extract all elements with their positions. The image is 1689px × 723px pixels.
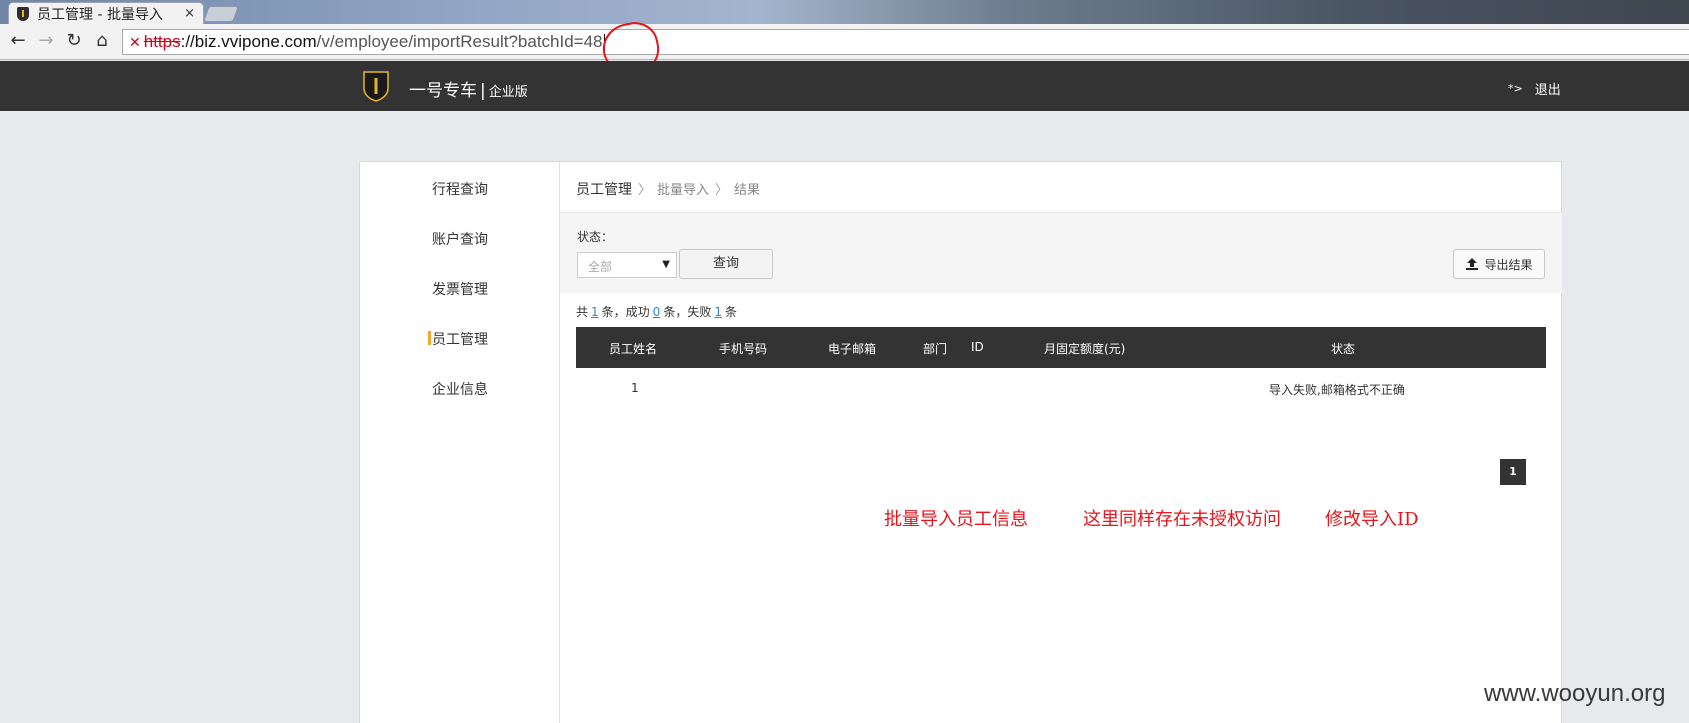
annotation-note: 这里同样存在未授权访问 (1083, 509, 1281, 530)
breadcrumb-result: 结果 (734, 183, 761, 198)
cell-status: 导入失败,邮箱格式不正确 (1269, 383, 1405, 397)
brand-subtitle: 企业版 (488, 85, 528, 100)
cell-name: 1 (631, 381, 639, 395)
sidebar-item-company[interactable]: 企业信息 (360, 379, 560, 399)
query-button[interactable]: 查询 (679, 249, 773, 279)
summary-success[interactable]: 0 (653, 305, 661, 319)
breadcrumb-sep: 〉 (715, 183, 729, 198)
brand-name: 一号专车 (409, 81, 477, 101)
summary-prefix: 共 (576, 305, 589, 319)
main-panel: 行程查询 账户查询 发票管理 员工管理 企业信息 员工管理〉批量导入〉结果 状态… (359, 161, 1562, 723)
summary-text: 条，失败 (663, 305, 712, 319)
brand-separator: | (480, 81, 486, 101)
home-icon[interactable]: ⌂ (92, 31, 112, 51)
breadcrumb-employees[interactable]: 员工管理 (576, 182, 632, 198)
logout-icon: *> (1508, 82, 1523, 95)
watermark: www.wooyun.org (1484, 680, 1666, 707)
export-label: 导出结果 (1484, 257, 1533, 272)
browser-toolbar: ← → ↻ ⌂ ✕ https ://biz.vvipone.com /v/em… (0, 24, 1689, 60)
annotation-note: 修改导入ID (1325, 509, 1419, 530)
sidebar: 行程查询 账户查询 发票管理 员工管理 企业信息 (360, 162, 560, 723)
column-header: 月固定额度(元) (1044, 342, 1126, 356)
pagination-page-1[interactable]: 1 (1500, 459, 1526, 485)
site-header: 一号专车 | 企业版 *> 退出 (0, 61, 1689, 111)
address-bar[interactable]: ✕ https ://biz.vvipone.com /v/employee/i… (122, 29, 1689, 55)
status-label: 状态： (577, 230, 614, 244)
browser-tabstrip: 员工管理 - 批量导入 × (0, 0, 1689, 24)
breadcrumb-sep: 〉 (638, 183, 652, 198)
summary-total[interactable]: 1 (591, 305, 599, 319)
sidebar-item-account[interactable]: 账户查询 (360, 229, 560, 249)
new-tab-button[interactable] (203, 6, 239, 22)
url-host: ://biz.vvipone.com (180, 32, 317, 51)
url-scheme: https (143, 32, 181, 51)
column-header: 电子邮箱 (828, 342, 877, 356)
table-row: 1 导入失败,邮箱格式不正确 (576, 368, 1546, 408)
site-favicon-icon (17, 6, 29, 21)
upload-icon (1466, 258, 1479, 270)
tab-title: 员工管理 - 批量导入 (37, 6, 163, 23)
column-header: ID (971, 340, 984, 354)
column-header: 状态 (1331, 342, 1356, 356)
column-header: 员工姓名 (609, 342, 658, 356)
column-header: 部门 (923, 342, 948, 356)
column-header: 手机号码 (719, 342, 768, 356)
brand[interactable]: 一号专车 | 企业版 (409, 76, 528, 101)
summary-failed[interactable]: 1 (714, 305, 722, 319)
status-select-value: 全部 (588, 260, 613, 274)
breadcrumb-import[interactable]: 批量导入 (657, 183, 709, 198)
reload-icon[interactable]: ↻ (64, 31, 84, 51)
export-button[interactable]: 导出结果 (1453, 249, 1545, 279)
table-header: 员工姓名 手机号码 电子邮箱 部门 ID 月固定额度(元) 状态 (576, 327, 1546, 368)
summary-text: 条，成功 (601, 305, 650, 319)
result-summary: 共 1 条，成功 0 条，失败 1 条 (576, 303, 737, 320)
annotation-note: 批量导入员工信息 (884, 509, 1028, 530)
logout-link[interactable]: *> 退出 (1508, 79, 1561, 98)
breadcrumb: 员工管理〉批量导入〉结果 (576, 179, 760, 199)
sidebar-item-invoices[interactable]: 发票管理 (360, 279, 560, 299)
tab-close-icon[interactable]: × (184, 6, 195, 21)
forward-icon[interactable]: → (36, 31, 56, 51)
filter-bar: 状态： 全部 ▼ 查询 导出结果 (560, 213, 1562, 293)
dropdown-arrow-icon: ▼ (662, 259, 670, 270)
status-select[interactable]: 全部 ▼ (577, 252, 677, 278)
summary-text: 条 (724, 305, 737, 319)
result-table: 员工姓名 手机号码 电子邮箱 部门 ID 月固定额度(元) 状态 1 导入失败,… (576, 327, 1546, 408)
logo-shield-icon (363, 71, 389, 102)
insecure-icon: ✕ (129, 33, 141, 50)
url-path: /v/employee/importResult?batchId=48 (316, 32, 603, 51)
browser-tab[interactable]: 员工管理 - 批量导入 × (8, 2, 204, 24)
logout-label: 退出 (1534, 83, 1561, 98)
sidebar-item-trips[interactable]: 行程查询 (360, 179, 560, 199)
sidebar-item-employees[interactable]: 员工管理 (360, 329, 560, 349)
back-icon[interactable]: ← (8, 31, 28, 51)
